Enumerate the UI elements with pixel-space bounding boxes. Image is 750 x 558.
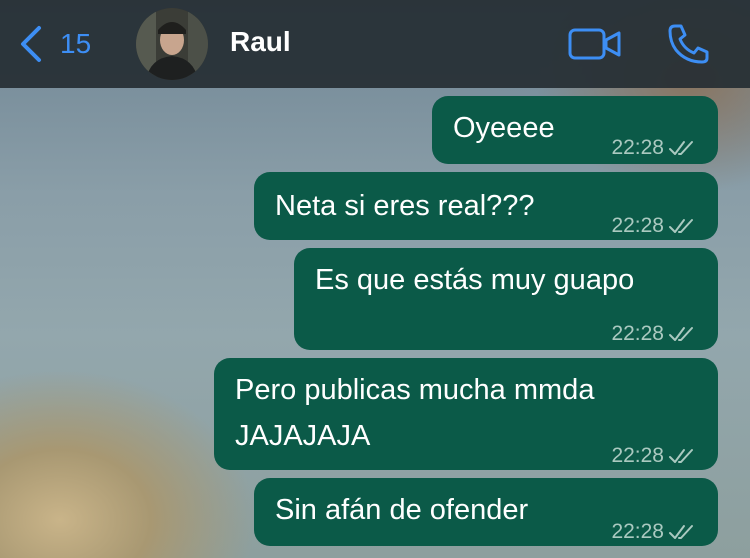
double-check-icon: [669, 141, 693, 155]
avatar-image: [136, 8, 208, 80]
message-text: Oyeeee: [453, 112, 555, 144]
message-bubble[interactable]: Pero publicas mucha mmda JAJAJAJA 22:28: [214, 358, 718, 470]
message-meta: 22:28: [611, 204, 698, 248]
message-time: 22:28: [611, 136, 664, 159]
message-text: Es que estás muy guapo: [315, 264, 635, 296]
message-text-line-1: Pero publicas mucha mmda: [235, 374, 595, 406]
message-meta: 22:28: [611, 434, 698, 478]
video-camera-icon[interactable]: [568, 26, 622, 62]
message-bubble[interactable]: Oyeeee 22:28: [432, 96, 718, 164]
message-bubble[interactable]: Es que estás muy guapo 22:28: [294, 248, 718, 350]
double-check-icon: [669, 327, 693, 341]
message-time: 22:28: [611, 520, 664, 543]
avatar[interactable]: [136, 8, 208, 80]
back-button[interactable]: 15: [18, 24, 91, 64]
message-bubble[interactable]: Neta si eres real??? 22:28: [254, 172, 718, 240]
message-bubble[interactable]: Sin afán de ofender 22:28: [254, 478, 718, 546]
contact-name[interactable]: Raul: [230, 26, 291, 58]
message-meta: 22:28: [611, 510, 698, 554]
message-text-line-2: JAJAJAJA: [235, 420, 371, 452]
message-text: Neta si eres real???: [275, 190, 535, 222]
phone-icon[interactable]: [666, 22, 712, 66]
chevron-left-icon: [21, 26, 41, 62]
chat-header: 15 Raul: [0, 0, 750, 88]
message-text: Sin afán de ofender: [275, 494, 529, 526]
message-time: 22:28: [611, 322, 664, 345]
message-meta: 22:28: [611, 312, 698, 356]
unread-count: 15: [60, 28, 92, 59]
double-check-icon: [669, 449, 693, 463]
double-check-icon: [669, 219, 693, 233]
message-time: 22:28: [611, 444, 664, 467]
message-meta: 22:28: [611, 126, 698, 170]
double-check-icon: [669, 525, 693, 539]
message-time: 22:28: [611, 214, 664, 237]
